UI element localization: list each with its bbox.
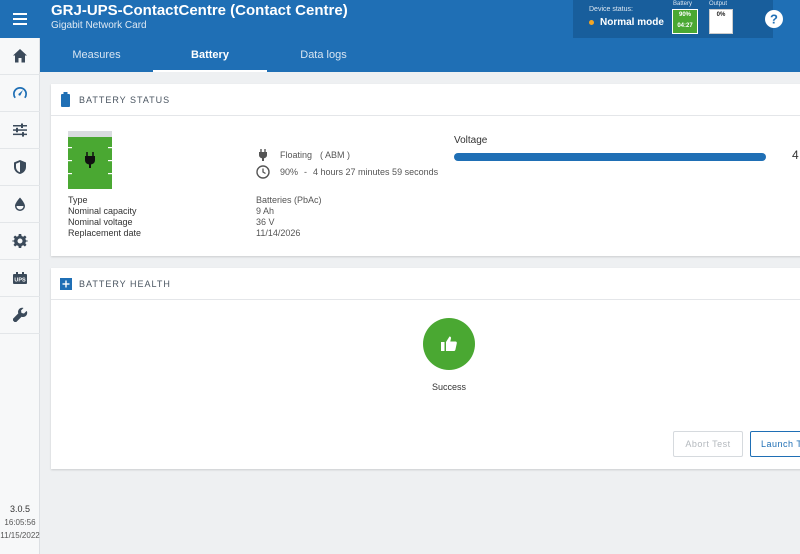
help-button[interactable]: ? xyxy=(764,9,784,29)
voltage-bar xyxy=(454,153,766,161)
device-date: 11/15/2022 xyxy=(0,531,40,540)
menu-button[interactable] xyxy=(0,0,40,38)
shield-icon xyxy=(14,160,26,174)
sidebar-item-gear[interactable] xyxy=(0,223,40,260)
device-subtitle: Gigabit Network Card xyxy=(51,20,147,31)
svg-text:?: ? xyxy=(770,12,778,27)
voltage-nominal-label: Nominal voltage xyxy=(68,217,133,227)
battery-icon xyxy=(61,92,70,107)
device-title: GRJ-UPS-ContactCentre (Contact Centre) xyxy=(51,2,348,19)
sidebar-item-home[interactable] xyxy=(0,38,40,75)
battery-level-icon xyxy=(68,131,112,189)
tab-measures[interactable]: Measures xyxy=(40,38,153,72)
battery-runtime: 4 hours 27 minutes 59 seconds xyxy=(313,167,439,177)
replacement-date-label: Replacement date xyxy=(68,228,142,238)
ups-icon: UPS xyxy=(13,272,27,284)
type-label: Type xyxy=(68,195,88,205)
capacity-value: 9 Ah xyxy=(256,206,275,216)
device-status-panel[interactable]: Device status: Normal mode Battery 90% 0… xyxy=(573,0,773,38)
capacity-label: Nominal capacity xyxy=(68,206,137,216)
battery-state-row: Floating ( ABM ) xyxy=(256,148,350,162)
sidebar-item-ups[interactable]: UPS xyxy=(0,260,40,297)
battery-mini-percent: 90% xyxy=(678,12,691,18)
charge-separator: - xyxy=(304,167,308,177)
sidebar-item-dashboard[interactable] xyxy=(0,75,40,112)
abort-test-button[interactable]: Abort Test xyxy=(673,431,743,457)
output-mini-label: Output xyxy=(709,1,728,7)
tab-battery[interactable]: Battery xyxy=(153,38,267,72)
launch-test-button[interactable]: Launch T xyxy=(750,431,800,457)
battery-mini-time: 04:27 xyxy=(677,23,693,29)
type-value: Batteries (PbAc) xyxy=(256,195,322,205)
test-result: Success xyxy=(431,382,466,392)
device-status-label: Device status: xyxy=(589,6,633,13)
firmware-version: 3.0.5 xyxy=(9,504,31,514)
device-mode: Normal mode xyxy=(600,17,664,28)
tab-bar: Measures Battery Data logs xyxy=(40,38,800,72)
battery-charge: 90% xyxy=(280,167,299,177)
help-icon: ? xyxy=(765,10,783,28)
output-mini-indicator: 0% xyxy=(709,9,733,34)
battery-state: Floating xyxy=(280,150,313,160)
voltage-nominal-value: 36 V xyxy=(256,217,275,227)
svg-text:UPS: UPS xyxy=(14,278,26,284)
gear-icon xyxy=(12,234,28,248)
dashboard-icon xyxy=(13,87,27,99)
hamburger-icon xyxy=(13,13,27,25)
status-dot-icon xyxy=(589,20,594,25)
sidebar-item-environment[interactable] xyxy=(0,186,40,223)
battery-status-title: BATTERY STATUS xyxy=(79,95,171,105)
app-header: GRJ-UPS-ContactCentre (Contact Centre) G… xyxy=(40,0,800,38)
battery-health-card: BATTERY HEALTH Success Abort Test Launch… xyxy=(51,268,800,469)
battery-health-header[interactable]: BATTERY HEALTH xyxy=(51,268,800,300)
battery-status-card: BATTERY STATUS Floating ( ABM ) 90% - 4 … xyxy=(51,84,800,256)
battery-charge-row: 90% - 4 hours 27 minutes 59 seconds xyxy=(256,165,438,179)
battery-status-header[interactable]: BATTERY STATUS xyxy=(51,84,800,116)
device-time: 16:05:56 xyxy=(4,518,36,527)
output-mini-percent: 0% xyxy=(716,12,726,18)
thumbs-up-icon xyxy=(441,336,457,351)
success-badge xyxy=(423,318,475,370)
home-icon xyxy=(13,49,27,63)
sidebar-item-maintenance[interactable] xyxy=(0,297,40,334)
battery-mini-indicator: 90% 04:27 xyxy=(672,9,698,34)
battery-mini-label: Battery xyxy=(673,1,693,7)
voltage-title: Voltage xyxy=(454,135,488,146)
sidebar: UPS 3.0.5 16:05:56 11/15/2022 xyxy=(0,0,40,554)
clock-icon xyxy=(256,165,270,179)
battery-state-detail: ( ABM ) xyxy=(320,150,351,160)
drop-icon xyxy=(15,197,25,211)
voltage-value: 4 xyxy=(792,148,799,162)
sidebar-item-settings-sliders[interactable] xyxy=(0,112,40,149)
sliders-icon xyxy=(13,123,27,137)
expand-plus-icon[interactable] xyxy=(60,278,72,290)
tab-data-logs[interactable]: Data logs xyxy=(267,38,380,72)
battery-health-title: BATTERY HEALTH xyxy=(79,279,171,289)
plug-icon xyxy=(259,149,267,161)
sidebar-footer: 3.0.5 16:05:56 11/15/2022 xyxy=(0,503,40,542)
sidebar-item-security[interactable] xyxy=(0,149,40,186)
replacement-date-value: 11/14/2026 xyxy=(256,228,301,238)
wrench-icon xyxy=(13,307,28,322)
